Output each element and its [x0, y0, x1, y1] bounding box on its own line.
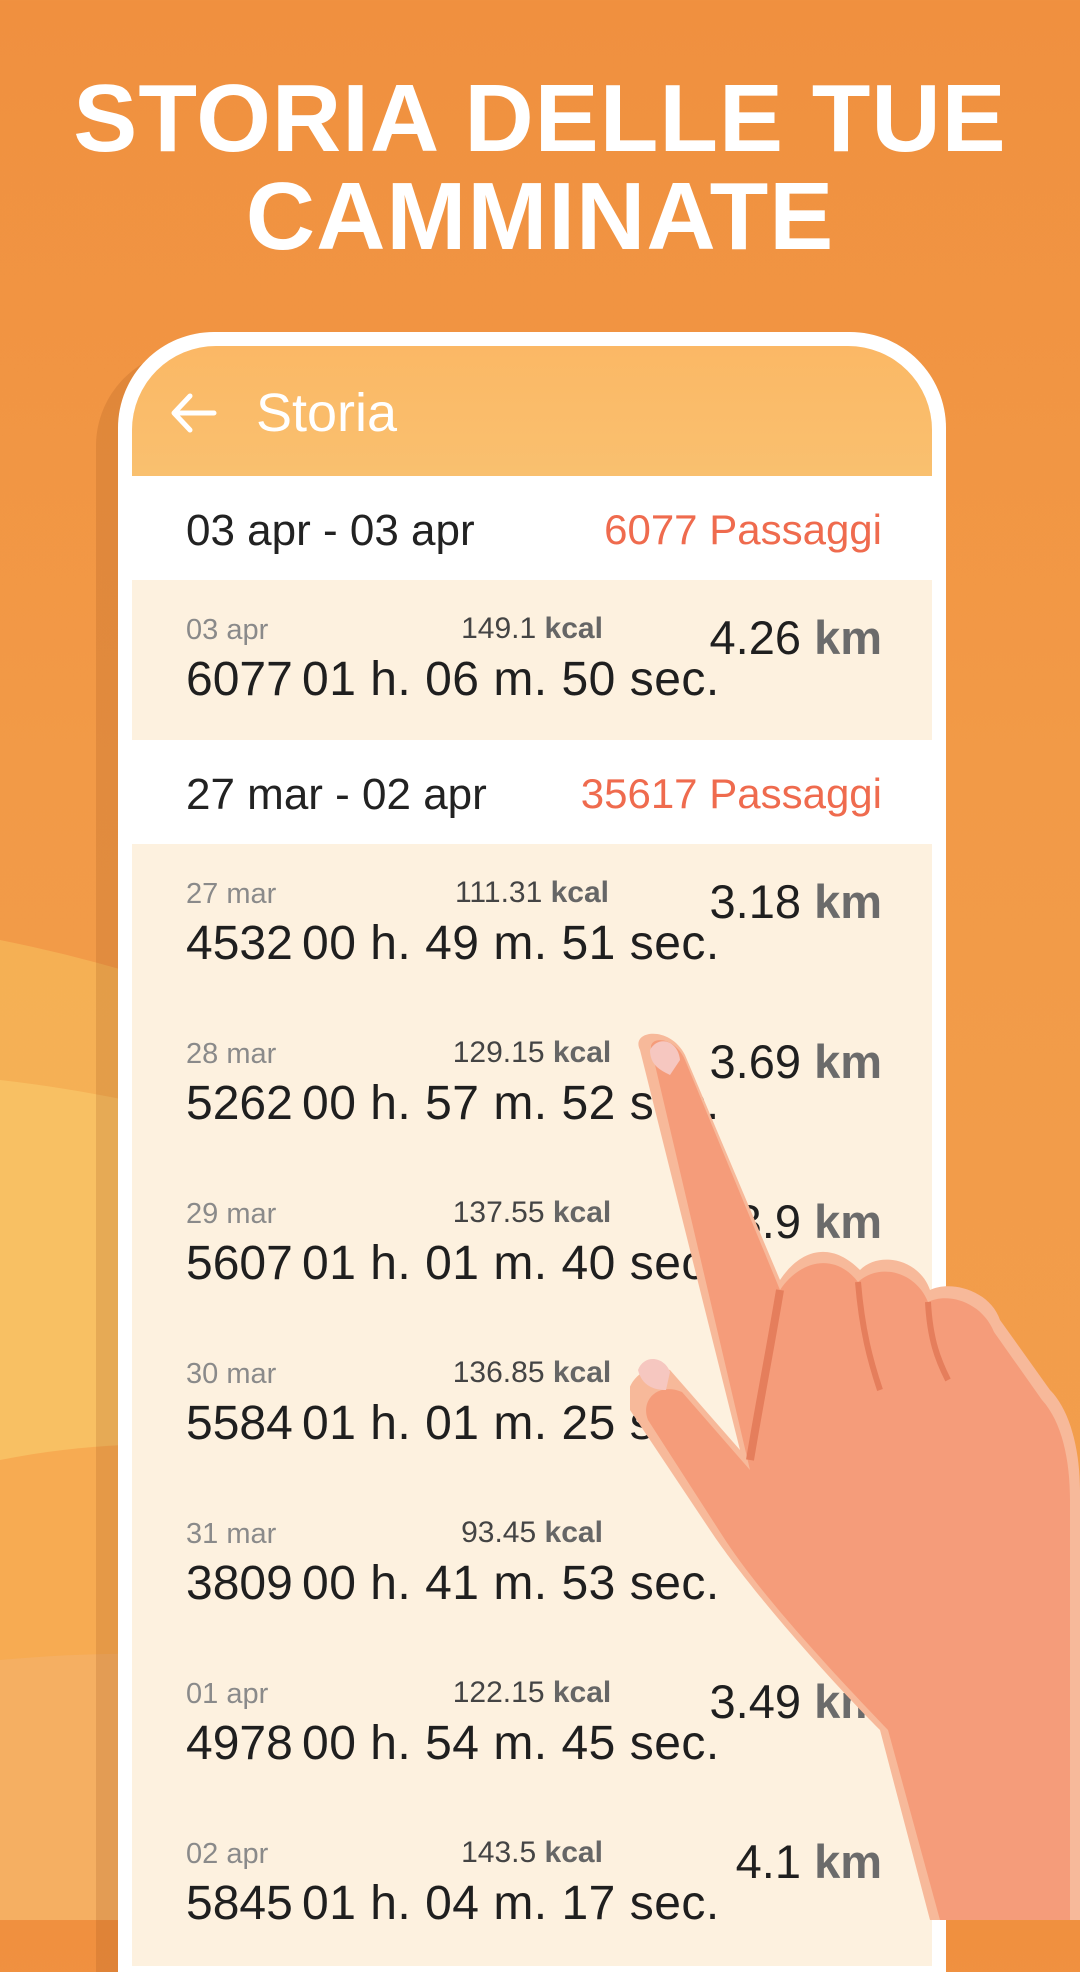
day-distance: 4.1 km: [735, 1835, 882, 1888]
phone-screen: Storia 03 apr - 03 apr 6077 Passaggi 03 …: [132, 346, 932, 1966]
day-row[interactable]: 02 apr 143.5 kcal 5845 01 h. 04 m. 17 se…: [132, 1804, 932, 1964]
day-distance: 3.9 km: [735, 1195, 882, 1248]
day-row[interactable]: 29 mar 137.55 kcal 5607 01 h. 01 m. 40 s…: [132, 1164, 932, 1324]
day-date: 01 apr: [186, 1678, 269, 1710]
day-date: 28 mar: [186, 1038, 277, 1070]
day-kcal: 143.5 kcal: [461, 1836, 603, 1869]
day-date: 03 apr: [186, 614, 269, 646]
day-date: 31 mar: [186, 1518, 277, 1550]
phone-frame: Storia 03 apr - 03 apr 6077 Passaggi 03 …: [118, 332, 946, 1972]
day-duration: 00 h. 49 m. 51 sec.: [302, 917, 720, 970]
day-steps: 5262: [186, 1077, 293, 1130]
day-row[interactable]: 28 mar 129.15 kcal 5262 00 h. 57 m. 52 s…: [132, 1004, 932, 1164]
day-row[interactable]: 30 mar 136.85 kcal 5584 01 h. 01 m. 25 s…: [132, 1324, 932, 1484]
day-steps: 3809: [186, 1557, 293, 1610]
day-kcal: 137.55 kcal: [452, 1196, 612, 1229]
day-distance: 2.6 km: [735, 1515, 882, 1568]
day-kcal: 93.45 kcal: [461, 1516, 603, 1549]
day-duration: 00 h. 57 m. 52 sec.: [302, 1077, 720, 1130]
day-distance: 3.18 km: [709, 875, 882, 928]
day-date: 30 mar: [186, 1358, 277, 1390]
day-date: 29 mar: [186, 1198, 277, 1230]
day-row[interactable]: 27 mar 111.31 kcal 4532 00 h. 49 m. 51 s…: [132, 844, 932, 1004]
day-row[interactable]: 31 mar 93.45 kcal 3809 00 h. 41 m. 53 se…: [132, 1484, 932, 1644]
day-steps: 5607: [186, 1237, 293, 1290]
week-steps-total: 35617 Passaggi: [580, 770, 882, 817]
day-distance: 3.69 km: [709, 1035, 882, 1088]
headline-line-2: CAMMINATE: [245, 163, 835, 270]
day-steps: 4978: [186, 1717, 293, 1770]
week-steps-total: 6077 Passaggi: [604, 506, 882, 553]
day-kcal: 129.15 kcal: [452, 1036, 612, 1069]
day-distance: 4.26 km: [709, 611, 882, 664]
week-range: 03 apr - 03 apr: [186, 506, 475, 555]
day-kcal: 111.31 kcal: [454, 876, 610, 909]
day-date: 02 apr: [186, 1838, 269, 1870]
week-header: 27 mar - 02 apr 35617 Passaggi: [132, 740, 932, 844]
app-bar: Storia: [132, 346, 932, 476]
week-range: 27 mar - 02 apr: [186, 770, 487, 819]
day-steps: 6077: [186, 653, 293, 706]
app-bar-title: Storia: [256, 383, 398, 443]
headline-line-1: STORIA DELLE TUE: [73, 65, 1007, 172]
day-duration: 01 h. 01 m. 40 sec.: [302, 1237, 720, 1290]
day-distance: 3.9 km: [735, 1355, 882, 1408]
day-kcal: 122.15 kcal: [452, 1676, 612, 1709]
day-steps: 4532: [186, 917, 293, 970]
day-steps: 5845: [186, 1877, 293, 1930]
arrow-left-icon[interactable]: [166, 386, 220, 440]
day-steps: 5584: [186, 1397, 293, 1450]
day-duration: 00 h. 54 m. 45 sec.: [302, 1717, 720, 1770]
day-date: 27 mar: [186, 878, 277, 910]
promo-headline: STORIA DELLE TUE CAMMINATE: [0, 70, 1080, 266]
day-row[interactable]: 01 apr 122.15 kcal 4978 00 h. 54 m. 45 s…: [132, 1644, 932, 1804]
day-distance: 3.49 km: [709, 1675, 882, 1728]
day-duration: 01 h. 01 m. 25 sec.: [302, 1397, 720, 1450]
day-duration: 01 h. 04 m. 17 sec.: [302, 1877, 720, 1930]
day-row[interactable]: 03 apr 149.1 kcal 6077 01 h. 06 m. 50 se…: [132, 580, 932, 740]
day-duration: 01 h. 06 m. 50 sec.: [302, 653, 720, 706]
day-kcal: 136.85 kcal: [452, 1356, 612, 1389]
week-header: 03 apr - 03 apr 6077 Passaggi: [132, 476, 932, 580]
day-duration: 00 h. 41 m. 53 sec.: [302, 1557, 720, 1610]
day-kcal: 149.1 kcal: [461, 612, 603, 645]
